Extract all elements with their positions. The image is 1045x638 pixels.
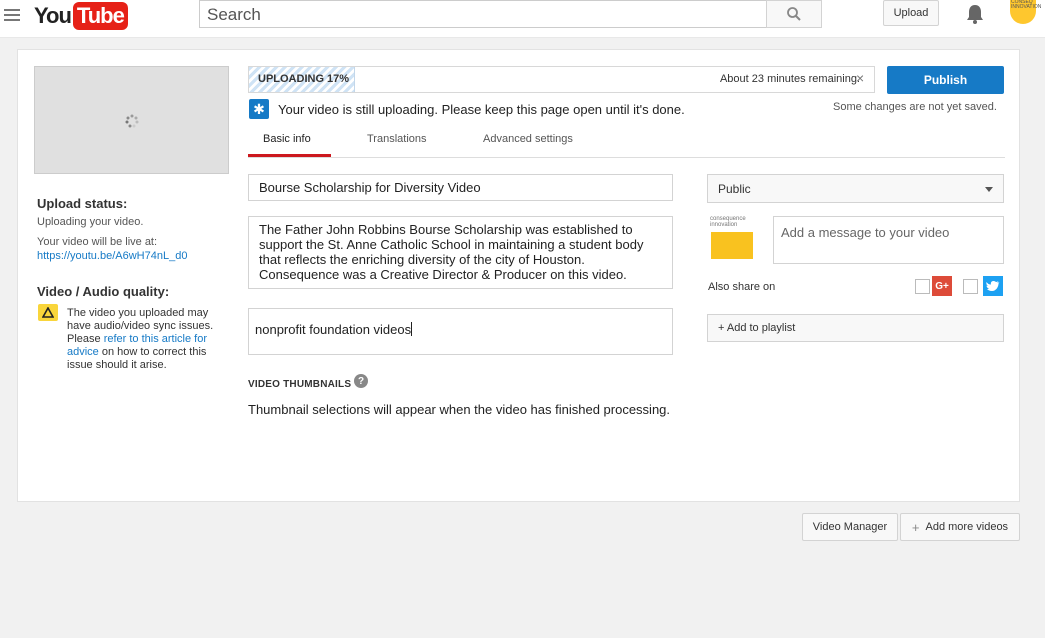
search-icon [787,7,801,21]
upload-status-title: Upload status: [37,196,128,211]
share-message-textarea[interactable]: Add a message to your video [773,216,1004,264]
logo-tube-text: Tube [72,2,128,30]
warning-icon [38,304,58,321]
tabs-divider [248,157,1005,158]
chevron-down-icon [985,187,993,192]
video-link[interactable]: https://youtu.be/A6wH74nL_d0 [37,250,187,262]
quality-title: Video / Audio quality: [37,284,170,299]
upload-progress-bar: UPLOADING 17% About 23 minutes remaining… [248,66,875,93]
upload-info-message: Your video is still uploading. Please ke… [278,102,685,117]
tab-advanced-settings[interactable]: Advanced settings [483,133,573,153]
add-more-videos-button[interactable]: + Add more videos [900,513,1020,541]
title-input[interactable]: Bourse Scholarship for Diversity Video [248,174,673,201]
menu-icon[interactable] [4,9,20,23]
channel-logo-image [711,232,753,259]
add-to-playlist-button[interactable]: + Add to playlist [707,314,1004,342]
active-tab-indicator [248,154,331,157]
share-twitter-checkbox[interactable] [963,279,978,294]
publish-button[interactable]: Publish [887,66,1004,94]
also-share-label: Also share on [708,281,776,293]
search-button[interactable] [766,0,822,28]
plus-icon: + [911,519,920,535]
loading-spinner-icon [125,114,139,128]
channel-logo-text: consequence innovation [710,216,746,228]
tab-basic-info[interactable]: Basic info [263,133,311,153]
privacy-select[interactable]: Public [707,174,1004,203]
live-at-label: Your video will be live at: [37,236,158,248]
video-thumbnail-placeholder [34,66,229,174]
cancel-upload-close-icon[interactable]: × [856,70,864,86]
notifications-bell-icon[interactable] [964,3,986,25]
unsaved-changes-text: Some changes are not yet saved. [833,101,997,113]
text-caret [411,322,413,336]
warning-text: The video you uploaded may have audio/vi… [67,307,217,372]
info-star-icon: ✱ [249,99,269,119]
thumbnails-info-text: Thumbnail selections will appear when th… [248,402,671,417]
channel-logo: consequence innovation [710,216,754,259]
video-thumbnails-title: VIDEO THUMBNAILS [248,379,352,390]
youtube-logo[interactable]: You Tube [34,2,128,30]
share-gplus-checkbox[interactable] [915,279,930,294]
search-input[interactable]: Search [199,0,767,28]
tab-translations[interactable]: Translations [367,133,427,153]
upload-panel: Upload status: Uploading your video. You… [17,49,1020,502]
avatar-text: CONSEQ INNOVATION [1011,0,1042,10]
video-manager-button[interactable]: Video Manager [802,513,898,541]
privacy-value: Public [718,182,751,196]
description-textarea[interactable]: The Father John Robbins Bourse Scholarsh… [248,216,673,289]
top-bar: You Tube Search Upload CONSEQ INNOVATION [0,0,1045,38]
google-plus-icon: G+ [932,276,952,296]
upload-status-text: Uploading your video. [37,216,144,228]
time-remaining: About 23 minutes remaining. [719,73,860,85]
twitter-icon [983,276,1003,296]
tags-input[interactable]: nonprofit foundation videos [248,308,673,355]
logo-you-text: You [34,3,72,28]
tags-value: nonprofit foundation videos [255,322,412,337]
help-icon[interactable]: ? [354,374,368,388]
upload-button[interactable]: Upload [883,0,939,26]
upload-progress-label: UPLOADING 17% [258,73,350,85]
add-more-videos-label: Add more videos [925,521,1009,533]
